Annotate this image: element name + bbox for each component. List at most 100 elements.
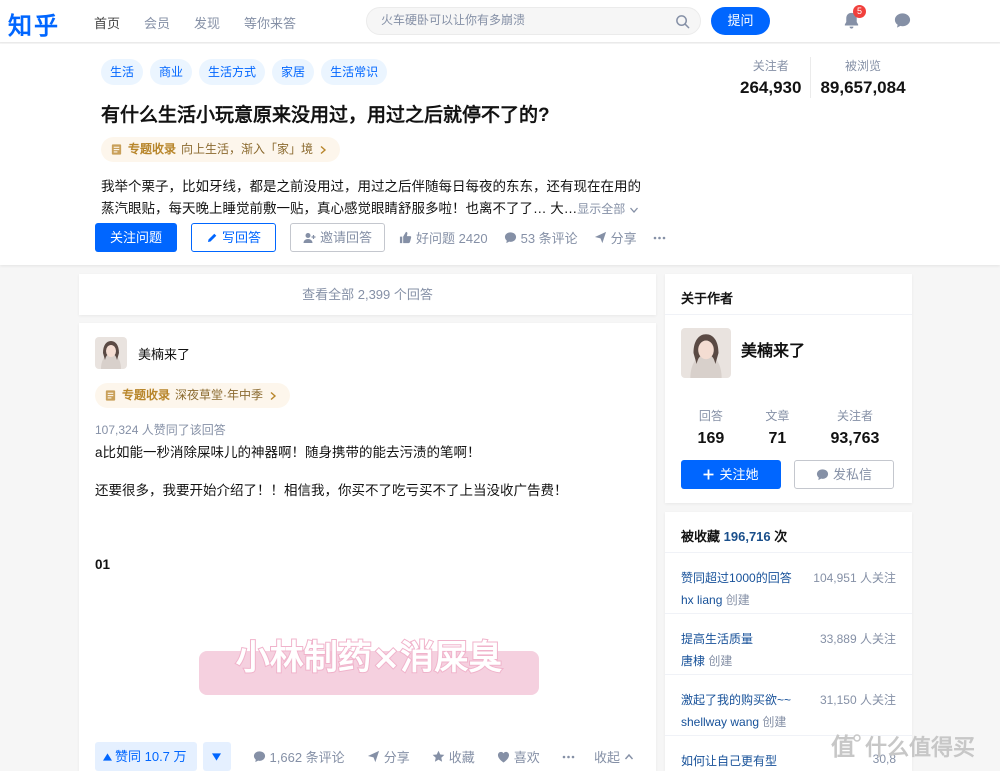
search-box — [366, 7, 701, 35]
answer-more-icon[interactable] — [562, 755, 575, 759]
question-collection-tag[interactable]: 专题收录 向上生活，渐入「家」境 — [101, 137, 341, 162]
stat-label: 文章 — [765, 409, 790, 423]
share-icon — [367, 750, 380, 763]
answer-collection-tag[interactable]: 专题收录 深夜草堂·年中季 — [95, 383, 291, 408]
answer-author: 美楠来了 — [95, 337, 190, 369]
collection-author[interactable]: 唐棣 — [681, 654, 705, 668]
collections-title: 被收藏 196,716 次 — [681, 526, 787, 545]
upvote-button[interactable]: 赞同 10.7 万 — [95, 742, 197, 771]
private-message-label: 发私信 — [832, 467, 872, 482]
collection-text: 向上生活，渐入「家」境 — [181, 142, 314, 156]
stat-value: 93,763 — [830, 430, 880, 447]
collection-author[interactable]: shellway wang — [681, 715, 759, 729]
topic-tag[interactable]: 生活 — [101, 59, 144, 85]
like-button[interactable]: 喜欢 — [497, 747, 540, 766]
answer-author-name[interactable]: 美楠来了 — [138, 344, 190, 363]
topic-tag[interactable]: 生活常识 — [321, 59, 388, 85]
follow-author-label: 关注她 — [719, 467, 759, 482]
question-actions: 关注问题 写回答 邀请回答 好问题 2420 53 条评论 分享 — [95, 223, 666, 252]
plus-icon — [703, 469, 714, 480]
question-title[interactable]: 有什么生活小玩意原来没用过，用过之后就停不了的? — [101, 100, 550, 127]
question-description-text: 我举个栗子，比如牙线，都是之前没用过，用过之后伴随每日每夜的东东，还有现在在用的… — [101, 179, 641, 216]
stat-value: 71 — [768, 430, 787, 447]
show-all-link[interactable]: 显示全部 — [577, 202, 638, 216]
collection-followers: 33,889 人关注 — [819, 632, 896, 646]
product-banner-image: 小林制药×消屎臭 — [197, 625, 541, 697]
star-icon — [432, 750, 445, 763]
collection-created-label: 创建 — [762, 715, 787, 729]
nav-discover[interactable]: 发现 — [194, 13, 220, 32]
heart-icon — [497, 751, 510, 763]
collection-book-icon — [110, 143, 123, 156]
nav-home[interactable]: 首页 — [94, 13, 120, 32]
zhihu-logo[interactable]: 知乎 — [8, 6, 60, 41]
top-navbar: 知乎 首页 会员 发现 等你来答 提问 5 — [0, 0, 1000, 43]
downvote-button[interactable] — [202, 742, 231, 771]
nav-waiting-answers[interactable]: 等你来答 — [244, 13, 296, 32]
topic-tag[interactable]: 商业 — [150, 59, 193, 85]
private-message-button[interactable]: 发私信 — [794, 460, 894, 489]
nav-vip[interactable]: 会员 — [144, 13, 170, 32]
write-answer-button[interactable]: 写回答 — [191, 223, 277, 252]
stat-value: 169 — [697, 430, 725, 447]
collapse-label: 收起 — [593, 750, 620, 765]
good-question-button[interactable]: 好问题 2420 — [399, 228, 488, 247]
message-bubble-icon — [816, 468, 829, 481]
search-input[interactable] — [381, 13, 661, 27]
collection-item[interactable]: 激起了我的购买欲~~ shellway wang 创建 31,150 人关注 — [665, 674, 912, 735]
collections-title-suffix: 次 — [774, 529, 788, 544]
answer-paragraph: 还要很多，我要开始介绍了！！相信我，你买不了吃亏买不了上当没收广告费！ — [95, 483, 568, 498]
topic-tag[interactable]: 生活方式 — [199, 59, 266, 85]
like-label: 喜欢 — [513, 750, 540, 765]
collection-creator: 唐棣 创建 — [681, 652, 896, 669]
follow-question-button[interactable]: 关注问题 — [95, 223, 178, 252]
followers-label: 关注者 — [752, 59, 789, 73]
collection-followers: 31,150 人关注 — [819, 693, 896, 707]
pencil-icon — [206, 232, 218, 244]
author-followers-stat[interactable]: 关注者 93,763 — [830, 407, 879, 448]
chevron-right-icon — [268, 391, 278, 401]
answer-paragraph: a比如能一秒消除屎味儿的神器啊！随身携带的能去污渍的笔啊！ — [95, 445, 481, 460]
about-author-title: 关于作者 — [681, 291, 734, 306]
topic-tag[interactable]: 家居 — [272, 59, 315, 85]
answer-card: 美楠来了 专题收录 深夜草堂·年中季 107,324 人赞同了该回答 a比如能一… — [79, 323, 656, 771]
answer-section-heading: 01 — [95, 557, 111, 572]
collection-item[interactable]: 赞同超过1000的回答 hx liang 创建 104,951 人关注 — [665, 552, 912, 613]
collect-button[interactable]: 收藏 — [432, 747, 475, 766]
messages-icon[interactable] — [893, 11, 912, 30]
collections-title-prefix: 被收藏 — [681, 529, 721, 544]
collection-book-icon — [104, 389, 117, 402]
collection-label: 专题收录 — [122, 388, 171, 402]
svg-text:值: 值 — [831, 733, 855, 760]
notification-badge: 5 — [853, 5, 866, 18]
author-answers-stat[interactable]: 回答 169 — [698, 407, 725, 448]
answer-share-button[interactable]: 分享 — [367, 747, 410, 766]
collection-creator: hx liang 创建 — [681, 591, 896, 608]
invite-answer-button[interactable]: 邀请回答 — [290, 223, 386, 252]
collapse-button[interactable]: 收起 — [594, 747, 634, 766]
ask-button[interactable]: 提问 — [711, 7, 770, 35]
avatar[interactable] — [681, 328, 731, 378]
author-articles-stat[interactable]: 文章 71 — [765, 407, 789, 448]
answer-comments-button[interactable]: 1,662 条评论 — [253, 747, 345, 766]
chevron-up-icon — [624, 752, 634, 762]
question-share-button[interactable]: 分享 — [594, 228, 637, 247]
author-name[interactable]: 美楠来了 — [741, 337, 805, 361]
more-options-icon[interactable] — [653, 236, 666, 240]
answer-action-bar: 赞同 10.7 万 1,662 条评论 分享 收藏 喜欢 收起 — [79, 736, 656, 771]
answer-comments-label: 1,662 条评论 — [269, 750, 345, 765]
view-all-answers-link[interactable]: 查看全部 2,399 个回答 — [79, 274, 656, 315]
about-author-card: 关于作者 美楠来了 回答 169 文章 71 关注者 93,763 关注她 发私… — [665, 274, 912, 503]
voted-count-text: 107,324 人赞同了该回答 — [95, 423, 226, 437]
chevron-down-icon — [629, 207, 638, 213]
followers-stat: 关注者 264,930 — [731, 57, 810, 98]
avatar[interactable] — [95, 337, 127, 369]
question-comments-button[interactable]: 53 条评论 — [504, 228, 578, 247]
collection-author[interactable]: hx liang — [681, 593, 722, 607]
collection-created-label: 创建 — [725, 593, 750, 607]
follow-author-button[interactable]: 关注她 — [681, 460, 781, 489]
author-profile: 美楠来了 — [681, 328, 805, 378]
search-icon[interactable] — [675, 14, 690, 29]
upvote-label: 赞同 10.7 万 — [115, 749, 187, 764]
collection-item[interactable]: 提高生活质量 唐棣 创建 33,889 人关注 — [665, 613, 912, 674]
